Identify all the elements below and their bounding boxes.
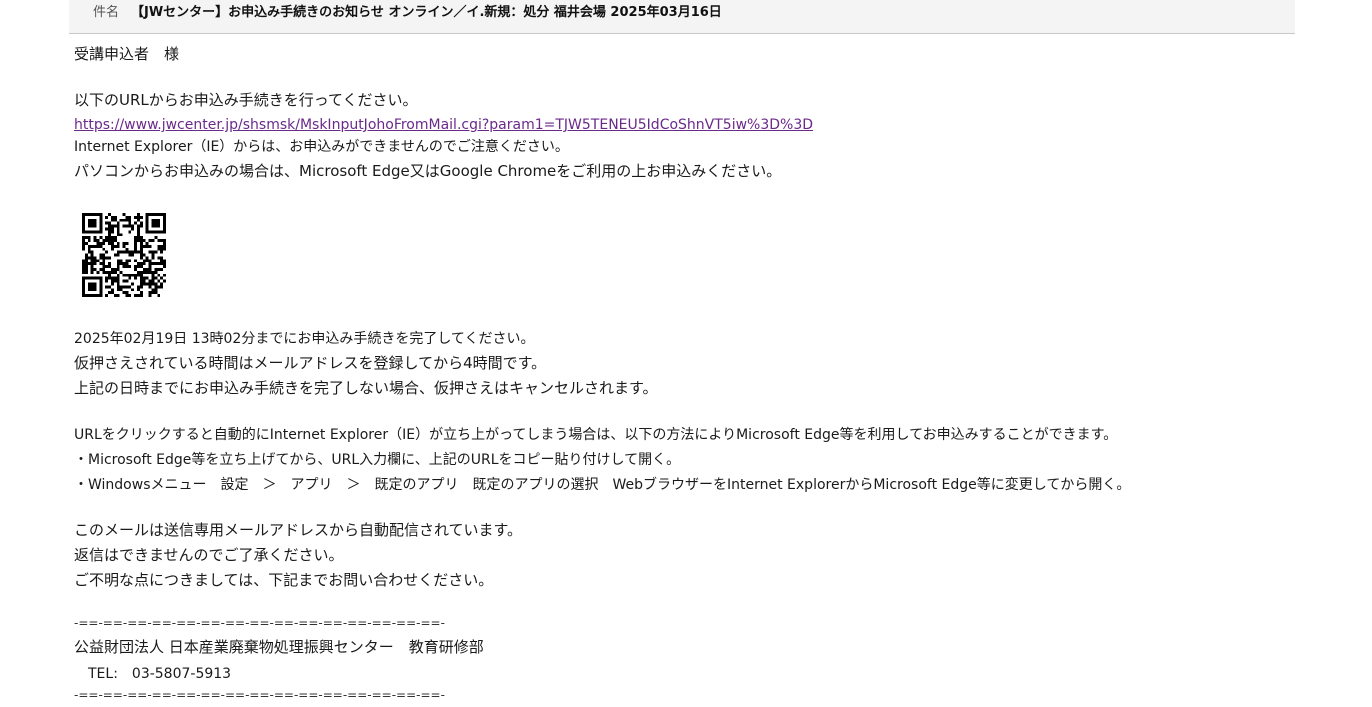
method-2-text: ・Windowsメニュー 設定 ＞ アプリ ＞ 既定のアプリ 既定のアプリの選択… [74,477,1131,493]
subject-label: 件名 [93,5,120,20]
hold-note-text: 仮押さえされている時間はメールアドレスを登録してから4時間です。 [74,354,547,372]
signature-separator-top: -==-==-==-==-==-==-==-==-==-==-==-==-==-… [74,616,445,630]
qr-code-image[interactable] [82,213,166,297]
ie-warning-text: Internet Explorer（IE）からは、お申込みができませんのでご注意… [74,139,569,155]
subject-text[interactable]: 【JWセンター】お申込み手続きのお知らせ オンライン／イ.新規：処分 福井会場 … [131,0,722,26]
greeting: 受講申込者 様 [74,45,180,63]
contact-note-text: ご不明な点につきましては、下記までお問い合わせください。 [74,571,494,589]
subject-bar: 件名 【JWセンター】お申込み手続きのお知らせ オンライン／イ.新規：処分 福井… [69,0,1295,34]
signature-separator-bottom: -==-==-==-==-==-==-==-==-==-==-==-==-==-… [74,688,445,702]
auto-send-note-text: このメールは送信専用メールアドレスから自動配信されています。 [74,521,523,539]
ie-launch-note-text: URLをクリックすると自動的にInternet Explorer（IE）が立ち上… [74,427,1118,443]
no-reply-note-text: 返信はできませんのでご了承ください。 [74,546,344,564]
method-1-text: ・Microsoft Edge等を立ち上げてから、URL入力欄に、上記のURLを… [74,452,681,468]
deadline-text: 2025年02月19日 13時02分までにお申込み手続きを完了してください。 [74,331,535,347]
telephone-number: TEL: 03-5807-5913 [74,666,232,682]
browser-note-text: パソコンからお申込みの場合は、Microsoft Edge又はGoogle Ch… [74,162,782,180]
cancel-note-text: 上記の日時までにお申込み手続きを完了しない場合、仮押さえはキャンセルされます。 [74,379,658,397]
application-url-link[interactable]: https://www.jwcenter.jp/shsmsk/MskInputJ… [74,117,813,133]
organization-name: 公益財団法人 日本産業廃棄物処理振興センター 教育研修部 [74,638,484,656]
instruction-text: 以下のURLからお申込み手続きを行ってください。 [74,91,418,109]
